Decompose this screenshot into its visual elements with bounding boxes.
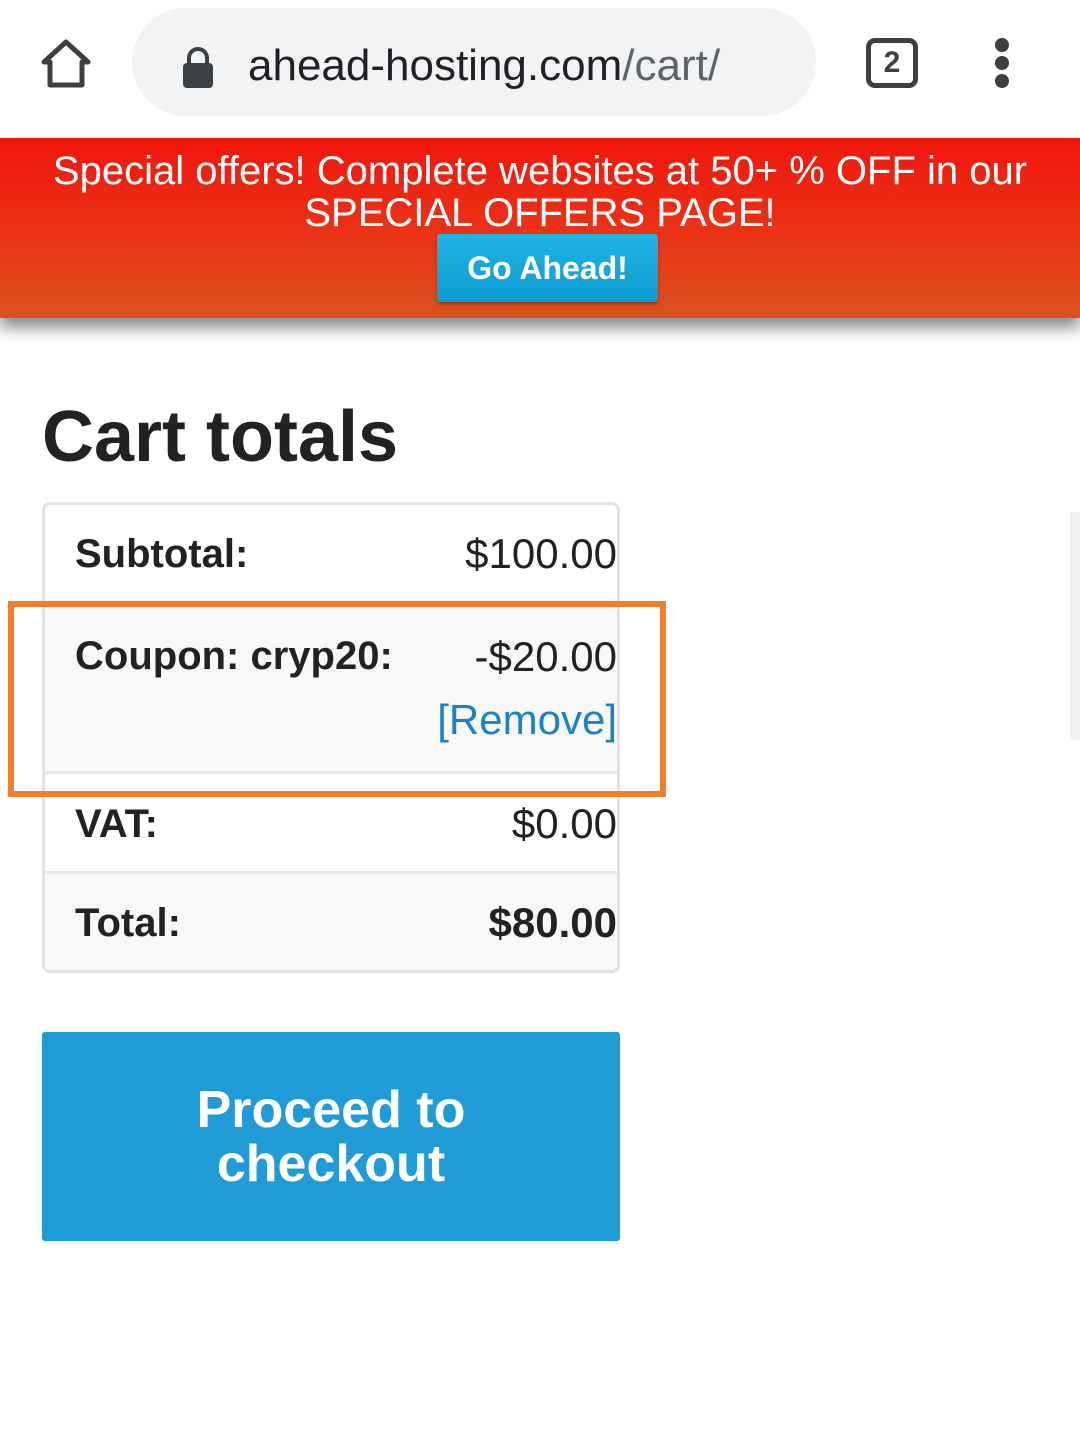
home-button[interactable] [34, 32, 98, 96]
proceed-to-checkout-button[interactable]: Proceed to checkout [42, 1032, 620, 1241]
page-title: Cart totals [42, 397, 399, 477]
go-ahead-button[interactable]: Go Ahead! [437, 234, 658, 302]
browser-toolbar: ahead-hosting.com/cart/ 2 [0, 0, 1080, 138]
more-vert-icon[interactable] [990, 38, 1016, 88]
checkout-label: Proceed to checkout [196, 1080, 466, 1193]
total-value: $80.00 [488, 899, 617, 946]
vat-label: VAT: [75, 802, 158, 846]
url-text: ahead-hosting.com/cart/ [248, 38, 720, 94]
promo-banner: Special offers! Complete websites at 50+… [0, 138, 1080, 318]
subtotal-value: $100.00 [465, 530, 617, 577]
promo-text: Special offers! Complete websites at 50+… [52, 149, 1028, 235]
coupon-highlight-box [8, 601, 666, 797]
subtotal-row: Subtotal: $100.00 [45, 505, 617, 605]
home-icon [41, 39, 91, 88]
address-bar[interactable]: ahead-hosting.com/cart/ [132, 8, 816, 116]
tabs-button[interactable]: 2 [866, 38, 918, 88]
lock-icon [183, 47, 213, 88]
total-row: Total: $80.00 [45, 871, 617, 970]
total-label: Total: [75, 901, 181, 945]
url-path: /cart/ [622, 41, 721, 90]
subtotal-label: Subtotal: [75, 532, 249, 576]
url-domain: ahead-hosting.com [248, 41, 623, 90]
edge-divider [1070, 512, 1080, 740]
vat-value: $0.00 [511, 800, 617, 847]
tab-count: 2 [883, 46, 901, 79]
